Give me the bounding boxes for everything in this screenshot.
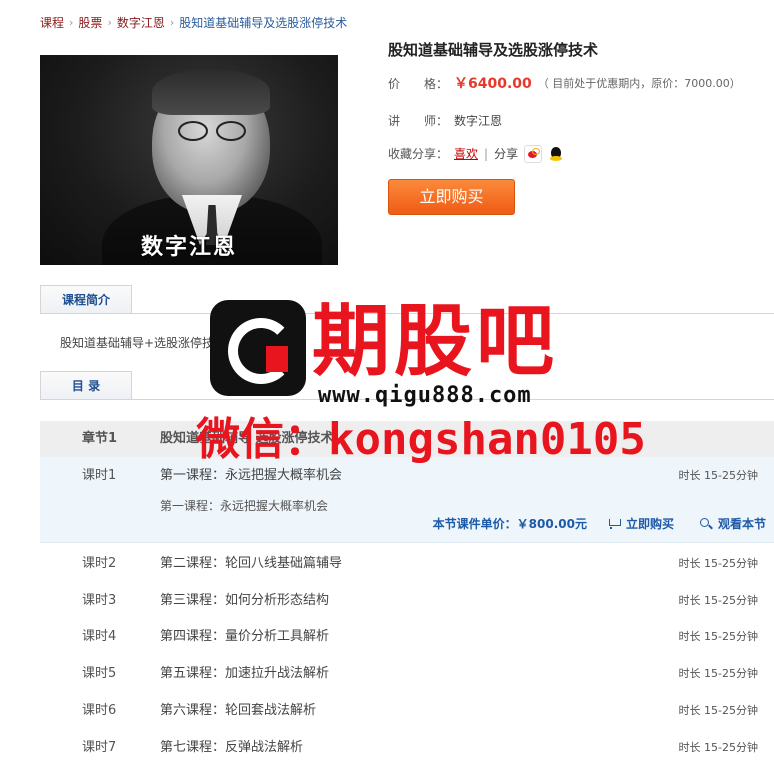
product-info: 股知道基础辅导及选股涨停技术 价 格： ￥6400.00 （ 目前处于优惠期内，… — [388, 38, 774, 215]
lesson-view-label: 观看本节 — [717, 517, 766, 531]
lesson-row[interactable]: 课时2 第二课程：轮回八线基础篇辅导 时长 15-25分钟 — [40, 545, 774, 582]
lesson-buy-label: 立即购买 — [625, 517, 674, 531]
breadcrumb-teacher[interactable]: 数字江恩 — [117, 14, 165, 31]
cart-icon — [607, 518, 621, 529]
intro-section-bar: 课程简介 — [40, 285, 774, 314]
lesson-buy-button[interactable]: 立即购买 — [607, 515, 674, 532]
lesson-row[interactable]: 课时5 第五课程：加速拉升战法解析 时长 15-25分钟 — [40, 655, 774, 692]
cover-name-text: 数字江恩 — [140, 235, 237, 260]
lesson-subtitle: 第一课程：永远把握大概率机会 — [160, 499, 329, 513]
divider: | — [484, 147, 489, 161]
tab-course-intro[interactable]: 课程简介 — [40, 285, 132, 313]
syllabus-section-bar: 目 录 — [40, 371, 774, 400]
teacher-label: 讲 师： — [388, 114, 449, 128]
weibo-share-icon[interactable] — [524, 145, 543, 163]
course-intro-text: 股知道基础辅导+选股涨停技 — [60, 336, 215, 350]
lesson-number: 课时7 — [82, 740, 117, 755]
buy-now-button[interactable]: 立即购买 — [388, 179, 515, 215]
lesson-number: 课时1 — [82, 468, 117, 483]
lesson-number: 课时2 — [82, 556, 117, 571]
chapter-row: 章节1 股知道基础辅导 选股涨停技术 — [40, 421, 774, 457]
share-row: 收藏分享： 喜欢 | 分享 — [388, 144, 564, 164]
lesson-title[interactable]: 第三课程：如何分析形态结构 — [160, 582, 329, 619]
lesson-duration: 时长 15-25分钟 — [678, 704, 758, 717]
product-title: 股知道基础辅导及选股涨停技术 — [388, 41, 599, 59]
lesson-title[interactable]: 第六课程：轮回套战法解析 — [160, 692, 316, 729]
like-link[interactable]: 喜欢 — [454, 144, 478, 164]
lesson-duration: 时长 15-25分钟 — [678, 741, 758, 754]
lesson-unit-price: 本节课件单价：￥800.00元 — [432, 517, 587, 531]
lesson-actions: 本节课件单价：￥800.00元 立即购买 观看本节 — [433, 515, 766, 532]
cover-portrait-glasses — [178, 121, 248, 141]
cover-portrait-hair — [152, 69, 270, 115]
share-label: 收藏分享： — [388, 147, 449, 161]
lesson-number: 课时4 — [82, 629, 117, 644]
lesson-row[interactable]: 课时4 第四课程：量价分析工具解析 时长 15-25分钟 — [40, 618, 774, 655]
lesson-title[interactable]: 第四课程：量价分析工具解析 — [160, 618, 329, 655]
teacher-row: 讲 师： 数字江恩 — [388, 111, 502, 131]
share-text: 分享 — [494, 147, 519, 161]
lesson-duration: 时长 15-25分钟 — [678, 557, 758, 570]
breadcrumb-separator: › — [107, 15, 112, 29]
search-icon — [699, 517, 712, 530]
breadcrumb-separator: › — [169, 15, 175, 29]
lesson-duration: 时长 15-25分钟 — [678, 630, 758, 643]
breadcrumb: 课程 › 股票 › 数字江恩 › 股知道基础辅导及选股涨停技术 — [40, 12, 347, 32]
price-value: ￥6400.00 — [454, 76, 532, 92]
lesson-number: 课时6 — [82, 703, 117, 718]
price-label: 价 格： — [388, 77, 449, 91]
lesson-title[interactable]: 第五课程：加速拉升战法解析 — [160, 655, 329, 692]
lesson-view-button[interactable]: 观看本节 — [699, 515, 766, 532]
price-row: 价 格： ￥6400.00 （ 目前处于优惠期内，原价：7000.00） — [388, 74, 741, 94]
lesson-row[interactable]: 课时6 第六课程：轮回套战法解析 时长 15-25分钟 — [40, 692, 774, 729]
lesson-number: 课时3 — [82, 593, 117, 608]
lesson-row[interactable]: 课时3 第三课程：如何分析形态结构 时长 15-25分钟 — [40, 582, 774, 619]
lesson-duration: 时长 15-25分钟 — [678, 594, 758, 607]
lesson-title[interactable]: 第二课程：轮回八线基础篇辅导 — [160, 545, 342, 582]
qq-share-icon[interactable] — [548, 146, 564, 162]
tab-syllabus[interactable]: 目 录 — [40, 371, 132, 399]
chapter-number: 章节1 — [82, 431, 118, 446]
breadcrumb-stocks[interactable]: 股票 — [78, 14, 102, 31]
course-cover-image: 数字江恩 — [40, 55, 338, 265]
lesson-duration: 时长 15-25分钟 — [678, 469, 758, 482]
lesson-number: 课时5 — [82, 666, 117, 681]
lesson-title[interactable]: 第七课程：反弹战法解析 — [160, 729, 303, 766]
teacher-name: 数字江恩 — [454, 114, 503, 128]
chapter-title: 股知道基础辅导 选股涨停技术 — [160, 431, 334, 446]
breadcrumb-separator: › — [69, 15, 74, 29]
lesson-row[interactable]: 课时7 第七课程：反弹战法解析 时长 15-25分钟 — [40, 729, 774, 766]
lesson-row-expanded[interactable]: 课时1 第一课程：永远把握大概率机会 时长 15-25分钟 第一课程：永远把握大… — [40, 457, 774, 543]
lesson-title[interactable]: 第一课程：永远把握大概率机会 — [160, 457, 342, 494]
lesson-duration: 时长 15-25分钟 — [678, 667, 758, 680]
breadcrumb-current[interactable]: 股知道基础辅导及选股涨停技术 — [179, 14, 347, 31]
breadcrumb-courses[interactable]: 课程 — [40, 14, 64, 31]
price-note: （ 目前处于优惠期内，原价：7000.00） — [537, 77, 741, 90]
